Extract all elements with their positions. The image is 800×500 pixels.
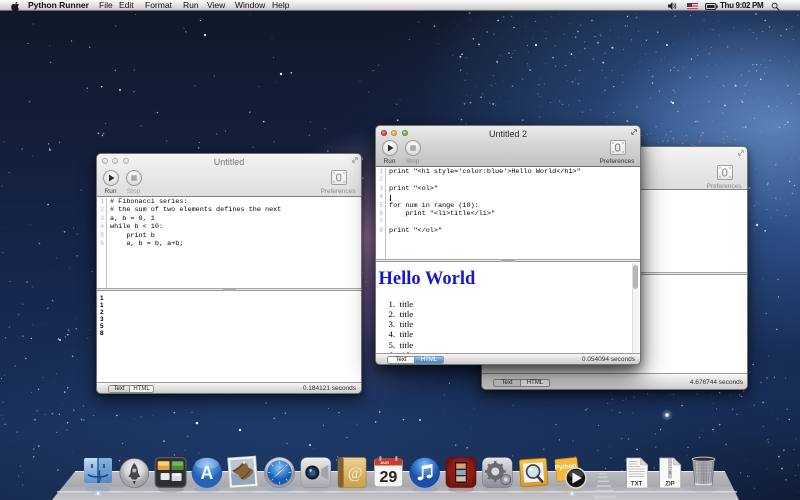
svg-text:TXT: TXT	[631, 482, 643, 488]
svg-text:@: @	[348, 465, 363, 482]
svg-text:29: 29	[380, 469, 398, 486]
svg-text:AUG: AUG	[380, 460, 389, 465]
svg-text:ZIP: ZIP	[665, 482, 674, 488]
